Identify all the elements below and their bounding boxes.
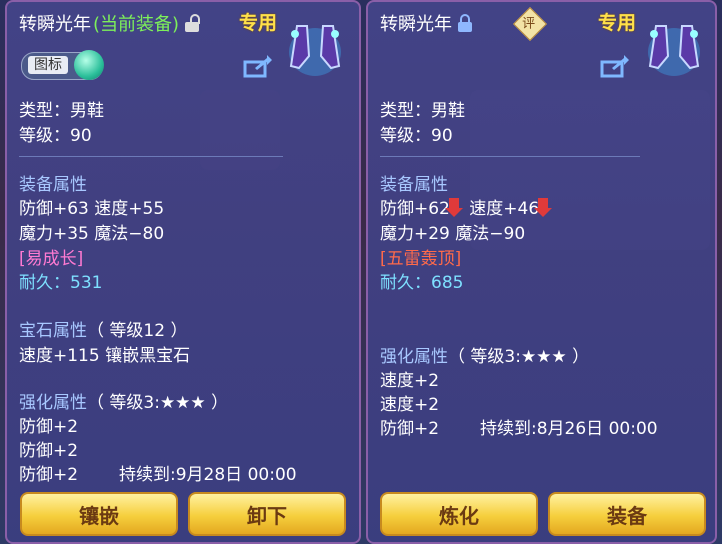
enhance-line: 速度+2 (380, 395, 440, 415)
equipped-label: (当前装备) (93, 14, 180, 35)
exclusive-label: 专用 (598, 12, 637, 34)
refine-button[interactable]: 炼化 (380, 492, 538, 536)
equip-attr-header: 装备属性 (19, 175, 87, 195)
item-name: 转瞬光年 (380, 14, 452, 35)
enhance-attr-header: 强化属性 (19, 393, 87, 413)
gem-attr-header: 宝石属性 (19, 321, 87, 341)
enhance-duration: 持续到:8月26日 00:00 (480, 419, 658, 439)
equip-attr-line: 防御+63 速度+55 (19, 199, 165, 219)
share-icon[interactable] (243, 54, 273, 78)
enhance-level: （ 等级3:★★★ ） (448, 347, 590, 367)
item-type: 类型：男鞋 (19, 101, 104, 121)
unequip-button[interactable]: 卸下 (188, 492, 346, 536)
inlay-button[interactable]: 镶嵌 (20, 492, 178, 536)
toggle-knob (74, 50, 104, 80)
speed-value: 速度+46 (469, 199, 540, 219)
defense-value: 防御+62 (380, 199, 450, 219)
enhance-line: 速度+2 (380, 371, 440, 391)
enhance-duration: 持续到:9月28日 00:00 (119, 465, 297, 485)
item-level: 等级：90 (19, 126, 92, 146)
enhance-line: 防御+2 (380, 419, 440, 439)
item-title: 转瞬光年 (380, 10, 472, 36)
durability: 耐久：685 (380, 273, 464, 293)
enhance-attr-header: 强化属性 (380, 347, 448, 367)
divider (19, 156, 283, 157)
equip-attr-header: 装备属性 (380, 175, 448, 195)
item-panel-compare: 转瞬光年 评 专用 类型：男鞋 等级：90 装备属性 防御+62 速度+46 魔… (366, 0, 717, 544)
special-effect: [五雷轰顶] (380, 249, 462, 269)
gem-attr-line: 速度+115 镶嵌黑宝石 (19, 346, 191, 366)
divider (380, 156, 640, 157)
rating-badge-label: 评 (522, 16, 536, 32)
enhance-attr-row: 强化属性（ 等级3:★★★ ） (380, 342, 589, 367)
item-panel-current: 转瞬光年 (当前装备) 专用 图标 类型：男鞋 等级：90 装备属性 防御+63… (5, 0, 361, 544)
enhance-level: （ 等级3:★★★ ） (87, 393, 229, 413)
unlocked-icon[interactable] (185, 14, 201, 32)
equip-attr-line: 防御+62 速度+46 (380, 194, 553, 219)
enhance-attr-row: 强化属性（ 等级3:★★★ ） (19, 388, 228, 413)
special-effect: [易成长] (19, 249, 84, 269)
equip-attr-line: 魔力+35 魔法−80 (19, 224, 165, 244)
share-icon[interactable] (600, 54, 630, 78)
enhance-line: 防御+2 (19, 441, 79, 461)
boots-icon (648, 25, 700, 76)
gem-level: （ 等级12 ） (87, 321, 188, 341)
equip-button[interactable]: 装备 (548, 492, 706, 536)
durability: 耐久：531 (19, 273, 103, 293)
icon-toggle-label: 图标 (28, 56, 68, 74)
item-name: 转瞬光年 (19, 14, 91, 35)
locked-icon[interactable] (458, 14, 472, 32)
item-title: 转瞬光年 (当前装备) (19, 10, 201, 36)
enhance-line: 防御+2 (19, 417, 79, 437)
exclusive-label: 专用 (239, 12, 278, 34)
item-level: 等级：90 (380, 126, 453, 146)
gem-attr-row: 宝石属性（ 等级12 ） (19, 316, 187, 341)
enhance-line: 防御+2 (19, 465, 79, 485)
icon-toggle[interactable]: 图标 (21, 50, 104, 80)
rating-badge-icon[interactable]: 评 (513, 7, 547, 41)
item-type: 类型：男鞋 (380, 101, 465, 121)
boots-icon (289, 25, 341, 76)
equip-attr-line: 魔力+29 魔法−90 (380, 224, 526, 244)
